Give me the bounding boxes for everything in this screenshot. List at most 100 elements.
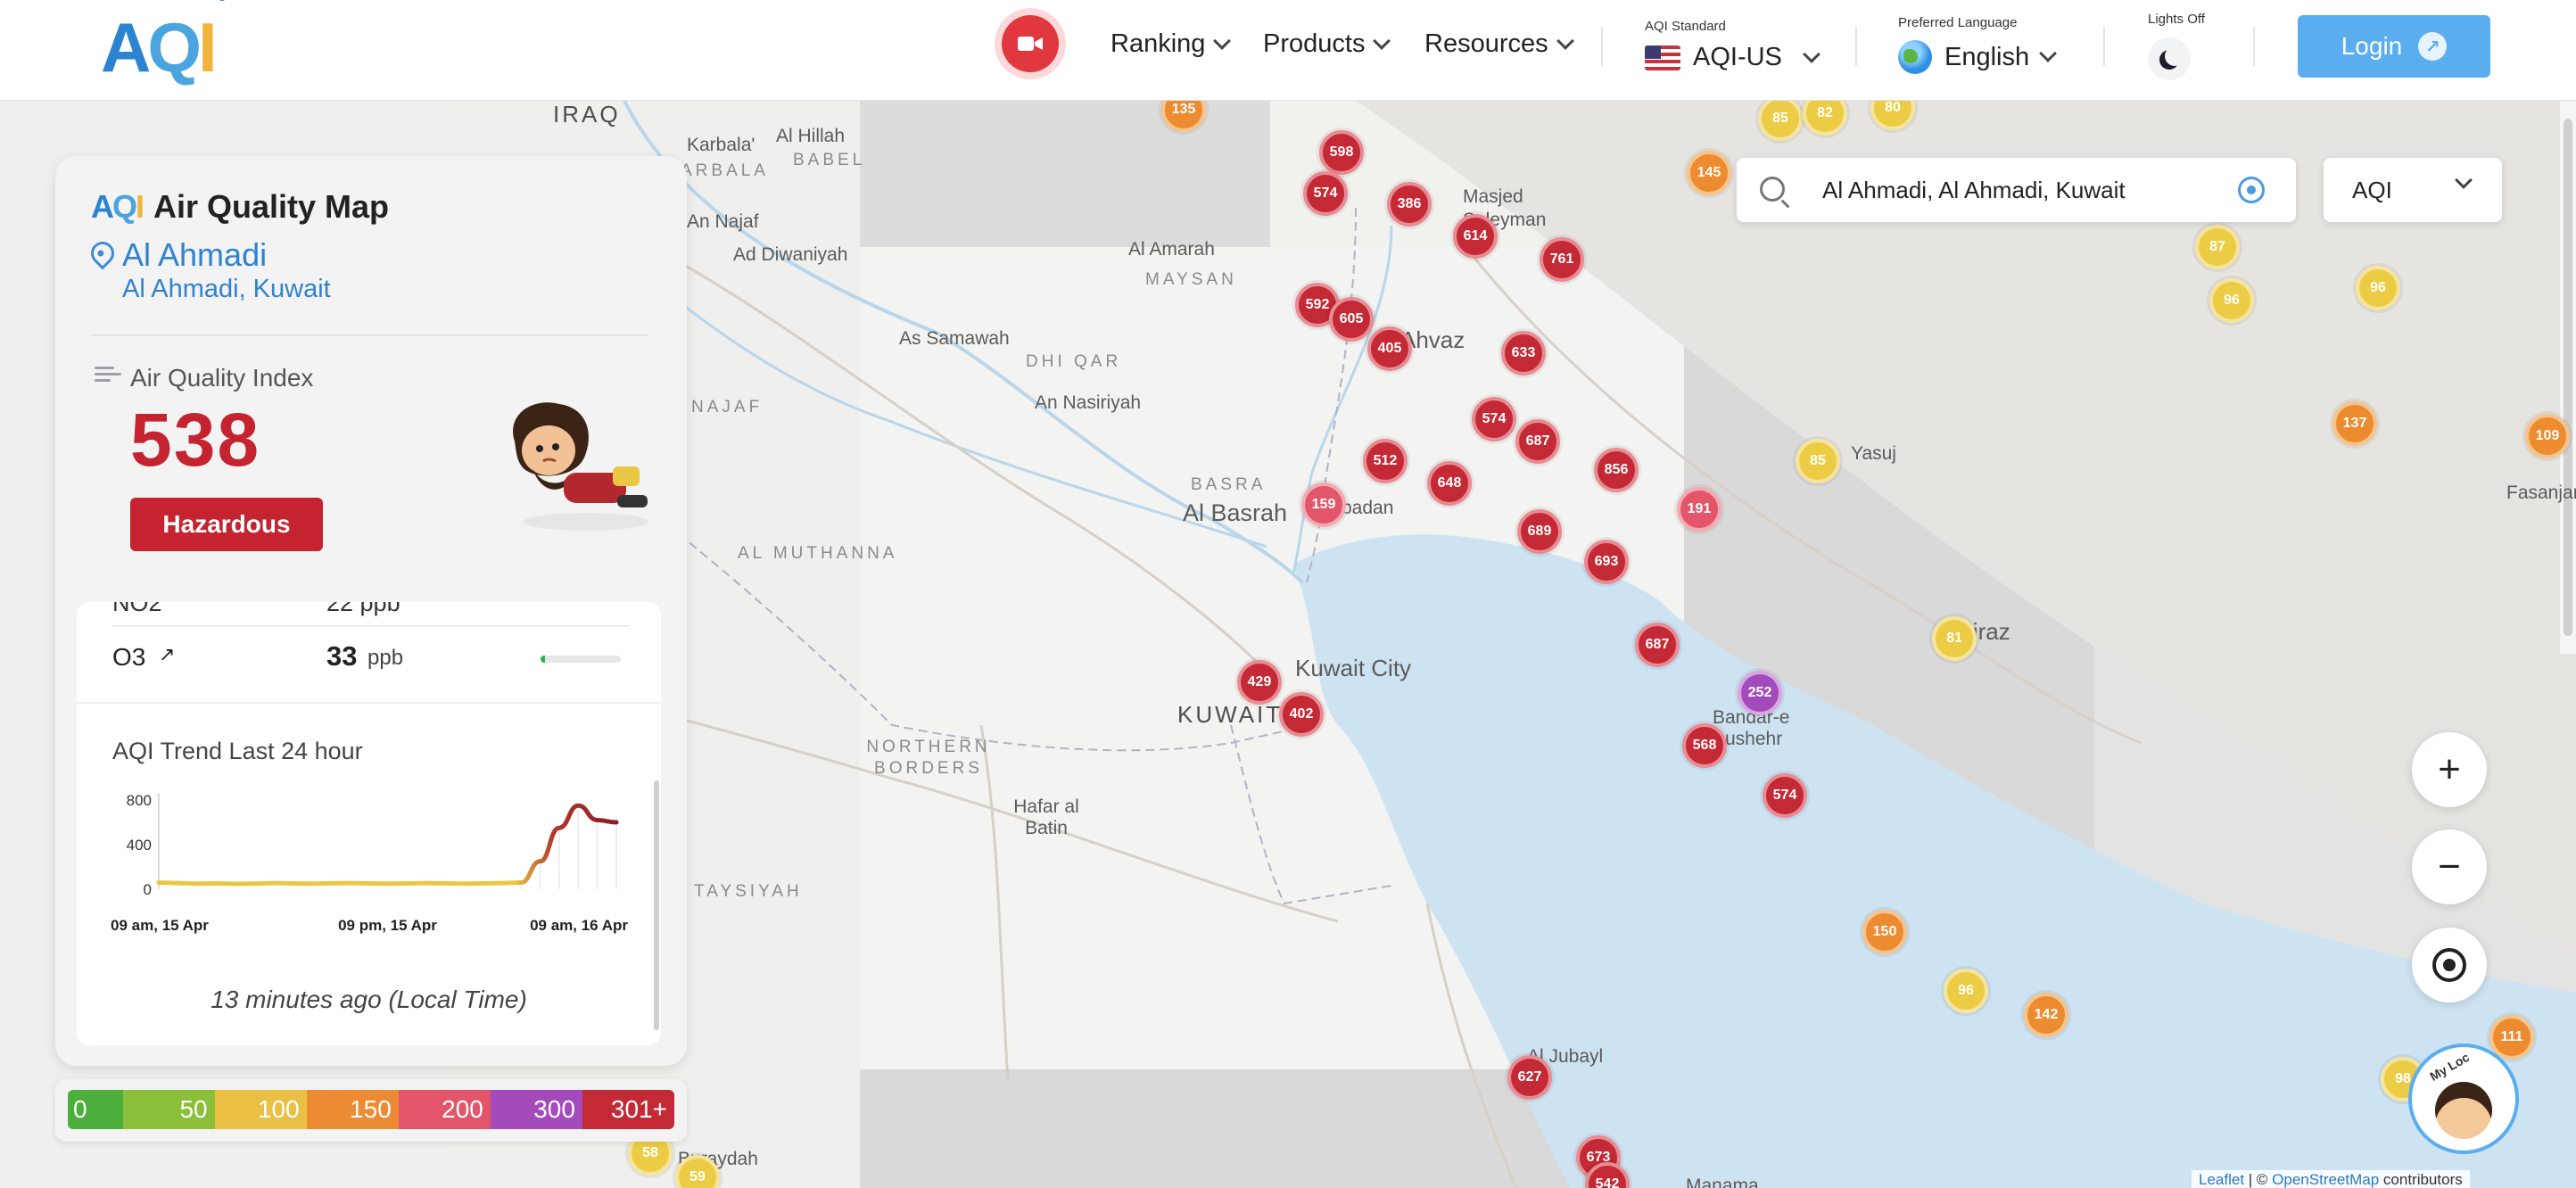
- panel-title: Air Quality Map: [153, 188, 390, 225]
- login-button[interactable]: Login ↗: [2298, 15, 2490, 78]
- live-camera-button[interactable]: [1002, 15, 1059, 72]
- map-label: TAYSIYAH: [694, 882, 803, 901]
- aqi-marker[interactable]: 142: [2024, 993, 2068, 1037]
- map-layer-value: AQI: [2352, 176, 2392, 203]
- aqi-marker[interactable]: 402: [1279, 692, 1324, 737]
- city-name[interactable]: Al Ahmadi: [122, 236, 267, 274]
- aqi-marker[interactable]: 150: [1862, 910, 1907, 954]
- aqi-value: 538: [130, 398, 261, 482]
- aqi-trend-chart: 800 400 0 09 am, 15 Apr 09 pm, 15 Apr 09 am, …: [111, 792, 628, 934]
- aqi-marker[interactable]: 81: [1932, 616, 1977, 661]
- globe-icon: [1898, 40, 1932, 74]
- nav-ranking-label: Ranking: [1110, 29, 1206, 58]
- aqi-marker[interactable]: 598: [1319, 130, 1364, 175]
- zoom-out-button[interactable]: −: [2412, 829, 2487, 904]
- aqi-marker[interactable]: 145: [1687, 151, 1731, 195]
- map-label: BASRA: [1191, 475, 1267, 494]
- legend-segment: 301+: [582, 1090, 674, 1129]
- nav-resources[interactable]: Resources: [1424, 29, 1574, 59]
- card-scrollbar[interactable]: [654, 780, 659, 1030]
- aqi-marker[interactable]: 512: [1363, 439, 1408, 483]
- aqi-marker[interactable]: 96: [2356, 266, 2400, 310]
- map-label: Fasanjan: [2506, 483, 2576, 503]
- aqi-label: Air Quality Index: [130, 364, 314, 392]
- aqi-marker[interactable]: 96: [2209, 278, 2254, 323]
- aqi-marker[interactable]: 96: [1944, 969, 1988, 1013]
- aqi-standard-value: AQI-US: [1693, 43, 1782, 71]
- aqi-marker[interactable]: 648: [1427, 461, 1472, 506]
- map-label: Karbala': [687, 135, 755, 155]
- mascot-face-icon: [2435, 1082, 2492, 1139]
- leaflet-link[interactable]: Leaflet: [2199, 1171, 2244, 1188]
- row-divider: [112, 625, 630, 627]
- language-select[interactable]: English: [1898, 40, 2058, 74]
- trend-title: AQI Trend Last 24 hour: [112, 738, 363, 764]
- map-label: AL MUTHANNA: [738, 544, 898, 563]
- top-header: AQI® Ranking Products Resources AQI Stan…: [0, 0, 2576, 101]
- aqi-marker[interactable]: 87: [2195, 225, 2240, 269]
- aqi-marker[interactable]: 574: [1763, 773, 1807, 818]
- map-label: MAYSAN: [1145, 270, 1237, 289]
- aqi-marker[interactable]: 109: [2525, 414, 2570, 458]
- my-location-label: My Loc: [2427, 1050, 2473, 1084]
- arrow-up-right-icon[interactable]: ↗: [159, 643, 175, 666]
- location-pin-icon: [86, 236, 120, 270]
- aqi-marker[interactable]: 689: [1517, 509, 1562, 554]
- chevron-down-icon: [1803, 45, 1821, 63]
- chevron-down-icon: [2455, 171, 2473, 189]
- aqi-marker[interactable]: 159: [1301, 483, 1346, 527]
- air-quality-panel: AQI Air Quality Map Al Ahmadi Al Ahmadi,…: [55, 156, 687, 1066]
- map-layer-select[interactable]: AQI: [2324, 158, 2502, 222]
- aqi-standard-select[interactable]: AQI-US: [1645, 43, 1821, 72]
- aqi-marker[interactable]: 687: [1635, 623, 1680, 667]
- pollutant-level-bar: [541, 656, 621, 663]
- nav-ranking[interactable]: Ranking: [1110, 29, 1232, 59]
- city-region[interactable]: Al Ahmadi, Kuwait: [122, 275, 331, 304]
- location-search[interactable]: [1737, 158, 2296, 222]
- aqi-marker[interactable]: 605: [1329, 297, 1374, 342]
- map-label: As Samawah: [899, 328, 1010, 349]
- locate-me-button[interactable]: [2412, 928, 2487, 1002]
- aqi-marker[interactable]: 574: [1303, 171, 1348, 216]
- zoom-in-button[interactable]: +: [2412, 732, 2487, 807]
- aqi-marker[interactable]: 429: [1237, 660, 1282, 705]
- aqi-marker[interactable]: 137: [2332, 401, 2377, 446]
- locate-target-icon[interactable]: [2238, 177, 2265, 203]
- aqi-marker[interactable]: 85: [1796, 439, 1840, 483]
- pollutant-card: NO2 22 ppb O3 ↗ 33 ppb AQI Trend Last 24…: [77, 602, 661, 1045]
- legend-segment: 300: [490, 1090, 582, 1129]
- attribution-separator: | ©: [2244, 1171, 2273, 1188]
- aqi-marker[interactable]: 687: [1515, 419, 1560, 464]
- aqi-marker[interactable]: 761: [1540, 237, 1584, 282]
- nav-products[interactable]: Products: [1263, 29, 1391, 59]
- dark-mode-toggle[interactable]: [2148, 37, 2191, 80]
- aqi-marker[interactable]: 111: [2489, 1015, 2534, 1060]
- map-label: IRAQ: [553, 101, 621, 128]
- pollutant-peek-name: NO2: [112, 602, 162, 616]
- aqi-marker[interactable]: 856: [1594, 448, 1639, 492]
- map-label: KUWAIT: [1177, 701, 1284, 728]
- map-label: Manama: [1686, 1176, 1759, 1188]
- my-location-button[interactable]: My Loc: [2408, 1044, 2519, 1154]
- aqi-marker[interactable]: 191: [1677, 487, 1721, 532]
- search-input[interactable]: [1822, 174, 2215, 206]
- aqi-logo[interactable]: AQI®: [101, 0, 227, 82]
- legend-segment: 100: [214, 1090, 307, 1129]
- aqi-marker[interactable]: 633: [1501, 331, 1546, 375]
- aqi-marker[interactable]: 405: [1367, 326, 1412, 371]
- osm-link[interactable]: OpenStreetMap: [2272, 1171, 2379, 1188]
- login-label: Login: [2341, 32, 2403, 60]
- aqi-marker[interactable]: 614: [1453, 214, 1498, 259]
- chevron-down-icon: [1556, 31, 1574, 50]
- pollutant-name[interactable]: O3: [112, 643, 145, 672]
- wind-icon: [95, 367, 121, 384]
- aqi-marker[interactable]: 568: [1682, 723, 1727, 768]
- moon-icon: [2165, 46, 2184, 66]
- aqi-marker[interactable]: 252: [1738, 671, 1782, 715]
- aqi-legend: 0 50 100 150 200 300 301+: [55, 1079, 687, 1142]
- card-divider: [77, 702, 661, 704]
- aqi-marker[interactable]: 627: [1507, 1055, 1552, 1100]
- aqi-marker[interactable]: 693: [1584, 540, 1629, 584]
- aqi-marker[interactable]: 386: [1387, 182, 1432, 227]
- aqi-marker[interactable]: 574: [1472, 397, 1516, 441]
